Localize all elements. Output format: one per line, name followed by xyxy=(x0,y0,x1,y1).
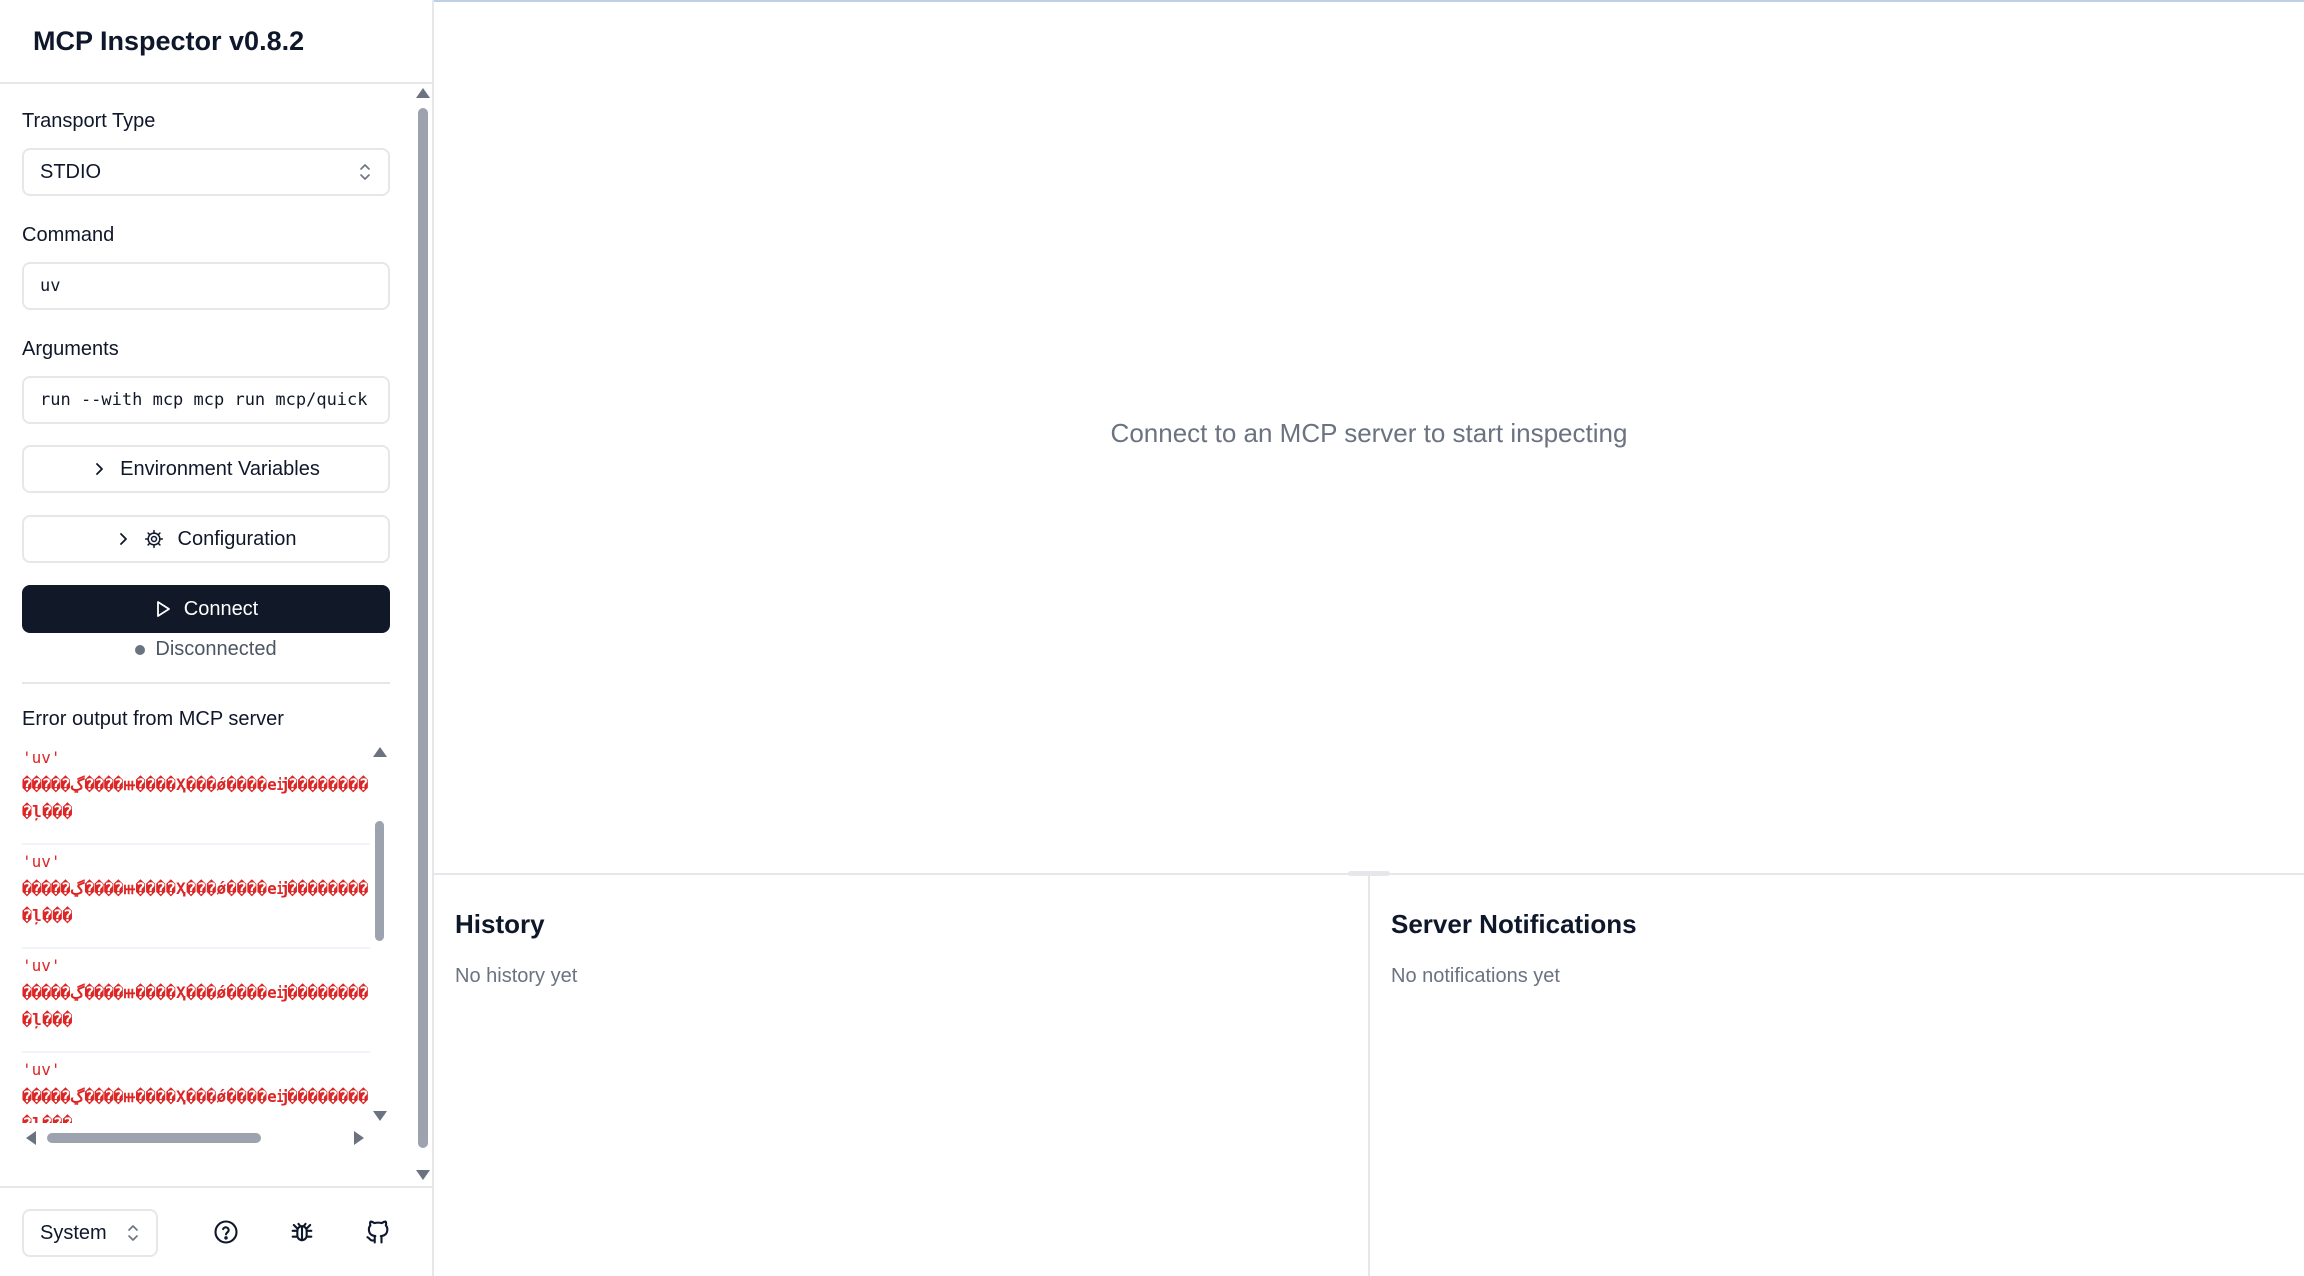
error-code: 'uv' xyxy=(22,956,61,975)
theme-select[interactable]: System xyxy=(22,1209,158,1257)
arguments-input-value: run --with mcp mcp run mcp/quick xyxy=(40,390,368,410)
history-title: History xyxy=(455,909,545,939)
error-output-title: Error output from MCP server xyxy=(22,708,284,730)
error-code: 'uv' xyxy=(22,1060,61,1079)
server-notifications-title: Server Notifications xyxy=(1391,909,1637,939)
app-title: MCP Inspector v0.8.2 xyxy=(33,25,305,56)
sidebar-scroll-thumb[interactable] xyxy=(418,108,428,1148)
error-code: 'uv' xyxy=(22,852,61,871)
bottom-panels: History No history yet Server Notificati… xyxy=(434,873,2304,1276)
environment-variables-label: Environment Variables xyxy=(120,457,320,480)
error-code: 'uv' xyxy=(22,748,61,767)
status-text: Disconnected xyxy=(155,638,277,660)
help-circle-icon[interactable] xyxy=(212,1218,240,1246)
environment-variables-button[interactable]: Environment Variables xyxy=(22,445,390,493)
configuration-label: Configuration xyxy=(177,527,297,550)
sidebar-footer: System xyxy=(0,1186,432,1276)
github-icon[interactable] xyxy=(364,1218,392,1246)
gear-icon xyxy=(144,529,163,549)
connect-button[interactable]: Connect xyxy=(22,585,390,633)
chevron-right-icon xyxy=(119,533,127,545)
error-horizontal-scrollbar[interactable] xyxy=(22,1127,370,1149)
transport-type-value: STDIO xyxy=(40,160,102,183)
error-vertical-scroll-thumb[interactable] xyxy=(375,821,384,941)
command-label: Command xyxy=(22,224,115,246)
chevron-up-down-icon xyxy=(128,1225,138,1241)
arguments-input[interactable]: run --with mcp mcp run mcp/quick xyxy=(22,376,390,424)
sidebar-header: MCP Inspector v0.8.2 xyxy=(0,0,432,84)
transport-type-select[interactable]: STDIO xyxy=(22,148,390,196)
section-divider xyxy=(22,682,390,684)
scroll-down-arrow[interactable] xyxy=(373,1111,387,1121)
error-message: �����ڲ����ⲿ����Ҳ���ǿ����еĳ���������ļ��� xyxy=(22,775,369,821)
sidebar-scroll-up-arrow[interactable] xyxy=(416,88,430,98)
scroll-right-arrow[interactable] xyxy=(354,1131,364,1145)
connection-status: Disconnected xyxy=(22,638,390,661)
sidebar-scroll-area: Transport Type STDIO Command uv Argument… xyxy=(0,86,432,1186)
sidebar: MCP Inspector v0.8.2 Transport Type STDI… xyxy=(0,0,434,1276)
status-dot xyxy=(135,644,146,655)
top-border xyxy=(434,0,2304,2)
arguments-label: Arguments xyxy=(22,338,119,360)
chevron-up-down-icon xyxy=(360,164,370,180)
empty-state-message: Connect to an MCP server to start inspec… xyxy=(1110,418,1628,448)
transport-type-label: Transport Type xyxy=(22,110,156,132)
main-content: Connect to an MCP server to start inspec… xyxy=(434,0,2304,1276)
error-item: 'uv' �����ڲ����ⲿ����Ҳ���ǿ����еĳ���������ļ… xyxy=(22,741,370,845)
bug-icon[interactable] xyxy=(288,1218,316,1246)
connect-label: Connect xyxy=(183,597,259,620)
error-item: 'uv' �����ڲ����ⲿ����Ҳ���ǿ����еĳ���������ļ… xyxy=(22,1053,370,1123)
play-icon xyxy=(156,601,170,617)
error-item: 'uv' �����ڲ����ⲿ����Ҳ���ǿ����еĳ���������ļ… xyxy=(22,845,370,949)
server-notifications-empty-text: No notifications yet xyxy=(1391,965,1560,987)
error-message: �����ڲ����ⲿ����Ҳ���ǿ����еĳ���������ļ��� xyxy=(22,879,369,925)
sidebar-vertical-scrollbar[interactable] xyxy=(414,86,432,1186)
command-input[interactable]: uv xyxy=(22,262,390,310)
theme-select-value: System xyxy=(40,1221,107,1244)
error-message: �����ڲ����ⲿ����Ҳ���ǿ����еĳ���������ļ��� xyxy=(22,983,369,1029)
error-horizontal-scroll-thumb[interactable] xyxy=(47,1133,261,1143)
error-item: 'uv' �����ڲ����ⲿ����Ҳ���ǿ����еĳ���������ļ… xyxy=(22,949,370,1053)
server-notifications-panel: Server Notifications No notifications ye… xyxy=(1370,875,2304,1276)
scroll-up-arrow[interactable] xyxy=(373,747,387,757)
history-panel: History No history yet xyxy=(434,875,1370,1276)
error-list: 'uv' �����ڲ����ⲿ����Ҳ���ǿ����еĳ���������ļ… xyxy=(22,741,370,1123)
history-empty-text: No history yet xyxy=(455,965,578,987)
command-input-value: uv xyxy=(40,276,61,296)
scroll-left-arrow[interactable] xyxy=(26,1131,36,1145)
configuration-button[interactable]: Configuration xyxy=(22,515,390,563)
error-message: �����ڲ����ⲿ����Ҳ���ǿ����еĳ���������ļ��� xyxy=(22,1087,369,1123)
error-output-panel: 'uv' �����ڲ����ⲿ����Ҳ���ǿ����еĳ���������ļ… xyxy=(22,741,390,1149)
chevron-right-icon xyxy=(96,463,104,475)
sidebar-scroll-down-arrow[interactable] xyxy=(416,1170,430,1180)
error-vertical-scrollbar[interactable] xyxy=(370,741,390,1127)
